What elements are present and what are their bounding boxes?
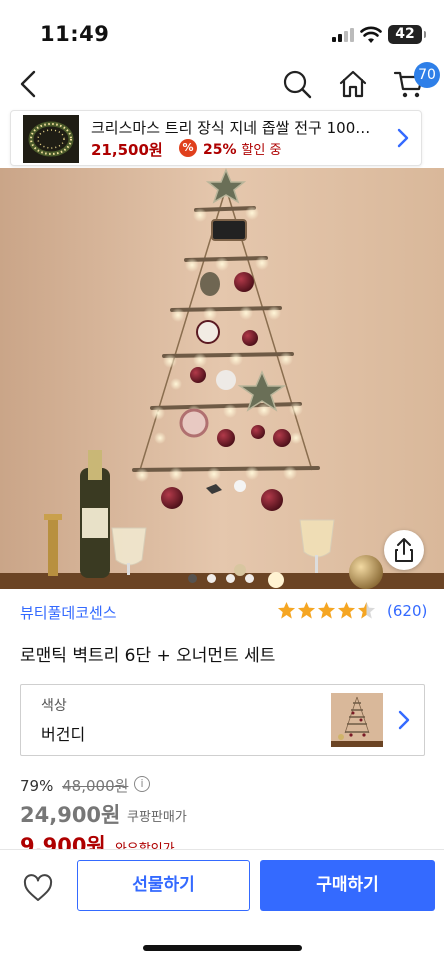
chevron-right-icon[interactable] (395, 127, 411, 149)
rating[interactable]: (620) (277, 600, 437, 622)
promo-discount-status: 할인 중 (241, 143, 282, 158)
original-price: 48,000원 (62, 777, 129, 795)
option-label: 색상 (41, 698, 67, 714)
option-value: 버건디 (41, 725, 86, 744)
discount-rate: 79% (20, 777, 54, 795)
sale-price-label: 쿠팡판매가 (127, 810, 187, 825)
gallery-dot[interactable] (226, 574, 235, 583)
wifi-icon (360, 26, 382, 43)
status-bar: 11:49 42 (0, 0, 444, 60)
promo-title: 크리스마스 트리 장식 지네 좁쌀 전구 100… (91, 119, 371, 137)
nav-bar (0, 60, 444, 108)
cart-count-badge[interactable]: 70 (414, 62, 440, 88)
star-icon (337, 601, 356, 619)
product-title: 로맨틱 벽트리 6단 + 오너먼트 세트 (20, 646, 276, 666)
discount-badge-icon: % (179, 139, 197, 157)
discount-row: 79% 48,000원 (20, 775, 128, 796)
battery-indicator: 42 (388, 25, 426, 44)
promo-discount-rate: 25% (203, 142, 237, 158)
status-time: 11:49 (40, 22, 110, 46)
option-thumbnail (331, 693, 383, 747)
star-icon (317, 601, 336, 619)
gallery-pagination (188, 574, 268, 584)
gallery-dot[interactable] (245, 574, 254, 583)
review-count[interactable]: (620) (387, 602, 427, 620)
back-icon[interactable] (14, 68, 46, 100)
promo-thumbnail (23, 115, 79, 163)
option-selector[interactable]: 색상 버건디 (20, 684, 425, 756)
star-icon (297, 601, 316, 619)
promo-banner[interactable]: 크리스마스 트리 장식 지네 좁쌀 전구 100… 21,500원 % 25% … (10, 110, 422, 166)
search-icon[interactable] (281, 68, 313, 100)
info-icon[interactable]: i (134, 776, 150, 792)
bottom-action-bar: 선물하기 구매하기 (0, 849, 444, 961)
share-button[interactable] (384, 530, 424, 570)
sale-price: 24,900원 (20, 803, 121, 827)
gallery-dot[interactable] (207, 574, 216, 583)
promo-price: 21,500원 (91, 141, 163, 159)
home-indicator (143, 945, 302, 951)
gallery-dot[interactable] (188, 574, 197, 583)
share-icon (395, 538, 413, 562)
gift-button[interactable]: 선물하기 (77, 860, 250, 911)
buy-button[interactable]: 구매하기 (260, 860, 435, 911)
half-star-icon (357, 601, 376, 619)
promo-discount: 25% 할인 중 (203, 139, 281, 158)
brand-link[interactable]: 뷰티풀데코센스 (20, 602, 117, 623)
star-icon (277, 601, 296, 619)
cellular-signal-icon (332, 28, 354, 42)
home-icon[interactable] (337, 68, 369, 100)
heart-icon[interactable] (22, 872, 54, 904)
chevron-right-icon (398, 710, 410, 730)
product-image[interactable] (0, 168, 444, 589)
